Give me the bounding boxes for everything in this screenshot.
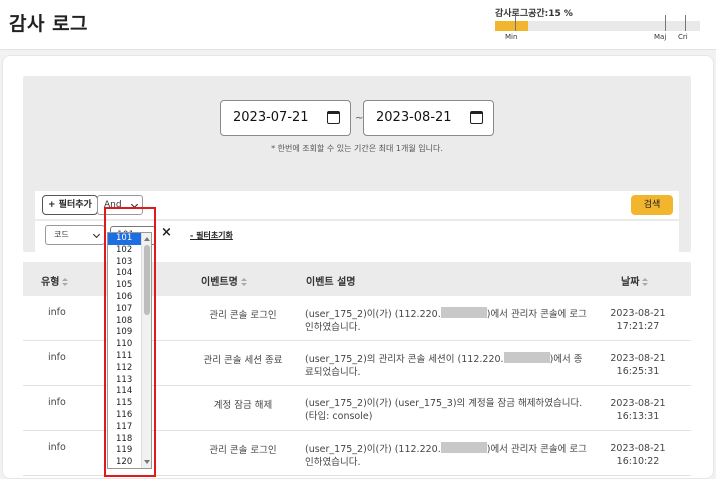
close-icon[interactable]: × xyxy=(161,225,172,240)
cell-date-time: 16:25:31 xyxy=(616,366,660,377)
meter-mark-min: Min xyxy=(505,33,518,41)
header-type[interactable]: 유형 xyxy=(41,273,69,288)
add-filter-button[interactable]: + 필터추가 xyxy=(42,195,98,215)
header-event-name-label: 이벤트명 xyxy=(201,277,238,288)
cell-type: info xyxy=(48,307,66,318)
end-date-input[interactable]: 2023-08-21 xyxy=(363,100,494,136)
cell-date: 2023-08-21 17:21:27 xyxy=(603,307,673,333)
cell-date-day: 2023-08-21 xyxy=(610,443,666,454)
calendar-icon[interactable] xyxy=(327,111,340,124)
cell-type: info xyxy=(48,352,66,363)
top-bar: 감사 로그 감사로그공간:15 % Min Maj Cri xyxy=(0,0,716,50)
cell-date: 2023-08-21 16:25:31 xyxy=(603,352,673,378)
desc-part: (user_175_2)이(가) (112.220. xyxy=(305,444,441,455)
chevron-down-icon xyxy=(92,230,101,239)
cell-date-time: 17:21:27 xyxy=(616,321,660,332)
desc-part: (user_175_2)이(가) (112.220. xyxy=(305,309,441,320)
masked-ip xyxy=(440,307,487,318)
sort-icon xyxy=(62,278,69,286)
highlight-box xyxy=(104,207,156,477)
masked-ip xyxy=(503,352,550,363)
cell-date-day: 2023-08-21 xyxy=(610,353,666,364)
storage-meter-label: 감사로그공간:15 % xyxy=(495,9,573,19)
cell-date: 2023-08-21 16:10:22 xyxy=(603,442,673,468)
sort-icon xyxy=(642,278,649,286)
cell-date: 2023-08-21 16:13:31 xyxy=(603,397,673,423)
cell-event-name: 관리 콘솔 로그인 xyxy=(209,445,277,456)
cell-event-name: 계정 잠금 해제 xyxy=(213,400,273,411)
storage-meter-bar xyxy=(495,15,700,31)
meter-tick-maj xyxy=(665,15,666,31)
header-type-label: 유형 xyxy=(41,277,60,288)
masked-ip xyxy=(440,442,487,453)
meter-tick-cri xyxy=(685,15,686,31)
storage-meter: 감사로그공간:15 % Min Maj Cri xyxy=(495,6,700,43)
page-title: 감사 로그 xyxy=(9,13,89,35)
start-date-value: 2023-07-21 xyxy=(233,110,309,125)
cell-type: info xyxy=(48,397,66,408)
cell-type: info xyxy=(48,442,66,453)
reset-filter-link[interactable]: - 필터초기화 xyxy=(190,230,233,241)
cell-date-time: 16:13:31 xyxy=(616,411,660,422)
storage-meter-fill xyxy=(495,21,528,31)
date-range-notice: * 한번에 조회할 수 있는 기간은 최대 1개월 입니다. xyxy=(271,144,443,153)
desc-part: (user_175_2)이(가) (user_175_3)의 계정을 잠금 해제… xyxy=(305,398,583,422)
cell-event-desc: (user_175_2)이(가) (112.220.)에서 관리자 콘솔에 로그… xyxy=(305,307,587,334)
storage-meter-marks: Min Maj Cri xyxy=(495,33,700,43)
cell-date-time: 16:10:22 xyxy=(616,456,660,467)
start-date-input[interactable]: 2023-07-21 xyxy=(220,100,351,136)
cell-date-day: 2023-08-21 xyxy=(610,398,666,409)
cell-event-desc: (user_175_2)이(가) (112.220.)에서 관리자 콘솔에 로그… xyxy=(305,442,587,469)
cell-event-name: 관리 콘솔 세션 종료 xyxy=(203,355,283,366)
cell-event-desc: (user_175_2)이(가) (user_175_3)의 계정을 잠금 해제… xyxy=(305,397,587,423)
header-date[interactable]: 날짜 xyxy=(621,273,649,288)
meter-mark-maj: Maj xyxy=(654,33,667,41)
cell-event-desc: (user_175_2)의 관리자 콘솔 세션이 (112.220.)에서 종료… xyxy=(305,352,587,379)
condition-field-select[interactable]: 코드 xyxy=(45,225,105,245)
cell-date-day: 2023-08-21 xyxy=(610,308,666,319)
condition-field-value: 코드 xyxy=(54,230,69,239)
header-date-label: 날짜 xyxy=(621,277,640,288)
meter-mark-cri: Cri xyxy=(678,33,688,41)
sort-icon xyxy=(240,278,247,286)
desc-part: (user_175_2)의 관리자 콘솔 세션이 (112.220. xyxy=(305,354,504,365)
end-date-value: 2023-08-21 xyxy=(376,110,452,125)
header-event-desc: 이벤트 설명 xyxy=(306,277,356,288)
meter-tick-min xyxy=(515,15,516,31)
search-button[interactable]: 검색 xyxy=(631,195,673,215)
header-event-name[interactable]: 이벤트명 xyxy=(201,273,247,288)
cell-event-name: 관리 콘솔 로그인 xyxy=(209,310,277,321)
calendar-icon[interactable] xyxy=(470,111,483,124)
